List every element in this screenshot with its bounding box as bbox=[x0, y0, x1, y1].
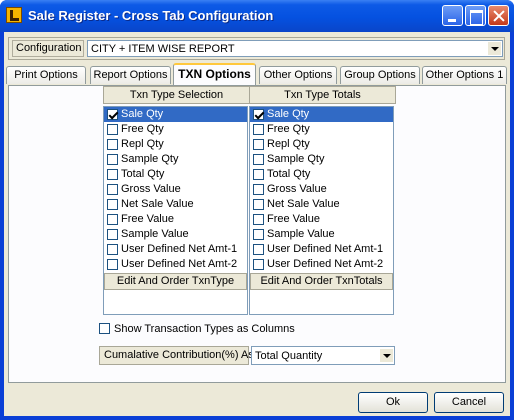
checkbox-icon[interactable] bbox=[253, 184, 264, 195]
cancel-button[interactable]: Cancel bbox=[434, 392, 504, 413]
checkbox-icon[interactable] bbox=[253, 109, 264, 120]
list-item[interactable]: User Defined Net Amt-1 bbox=[104, 242, 247, 257]
list-item[interactable]: Repl Qty bbox=[104, 137, 247, 152]
checkbox-icon[interactable] bbox=[253, 244, 264, 255]
edit-order-txntotals-button[interactable]: Edit And Order TxnTotals bbox=[250, 273, 393, 290]
checkbox-icon[interactable] bbox=[253, 229, 264, 240]
chevron-down-icon[interactable] bbox=[380, 349, 393, 362]
checkbox-icon[interactable] bbox=[253, 154, 264, 165]
close-button[interactable] bbox=[488, 5, 509, 26]
checkbox-icon[interactable] bbox=[107, 109, 118, 120]
chevron-down-icon[interactable] bbox=[488, 42, 501, 55]
txn-type-totals-header: Txn Type Totals bbox=[249, 86, 396, 104]
checkbox-icon[interactable] bbox=[107, 154, 118, 165]
checkbox-icon[interactable] bbox=[107, 229, 118, 240]
checkbox-icon[interactable] bbox=[107, 139, 118, 150]
checkbox-icon[interactable] bbox=[253, 214, 264, 225]
txn-type-totals-list[interactable]: Sale Qty Free Qty Repl Qty Sample Qty To… bbox=[249, 106, 394, 315]
checkbox-icon[interactable] bbox=[107, 199, 118, 210]
checkbox-icon[interactable] bbox=[253, 124, 264, 135]
minimize-button[interactable] bbox=[442, 5, 463, 26]
tab-strip: Print Options Report Options TXN Options… bbox=[4, 63, 510, 85]
list-item[interactable]: Free Qty bbox=[104, 122, 247, 137]
list-item[interactable]: Sample Value bbox=[250, 227, 393, 242]
edit-order-txntype-button[interactable]: Edit And Order TxnType bbox=[104, 273, 247, 290]
cumulative-contribution-label: Cumalative Contribution(%) As bbox=[99, 346, 254, 365]
tab-other-options-1[interactable]: Other Options 1 bbox=[422, 66, 507, 84]
checkbox-icon[interactable] bbox=[107, 124, 118, 135]
checkbox-icon[interactable] bbox=[107, 244, 118, 255]
list-item[interactable]: Free Value bbox=[250, 212, 393, 227]
list-item[interactable]: Sale Qty bbox=[104, 107, 247, 122]
dialog-body: Configuration CITY + ITEM WISE REPORT Pr… bbox=[4, 32, 510, 416]
list-item[interactable]: Free Qty bbox=[250, 122, 393, 137]
list-item[interactable]: Sample Qty bbox=[104, 152, 247, 167]
configuration-row: Configuration CITY + ITEM WISE REPORT bbox=[8, 37, 505, 60]
list-item[interactable]: User Defined Net Amt-2 bbox=[250, 257, 393, 272]
list-item[interactable]: Total Qty bbox=[250, 167, 393, 182]
checkbox-icon[interactable] bbox=[107, 214, 118, 225]
list-item[interactable]: Net Sale Value bbox=[250, 197, 393, 212]
show-transaction-types-label: Show Transaction Types as Columns bbox=[114, 323, 295, 335]
list-item[interactable]: Sample Qty bbox=[250, 152, 393, 167]
checkbox-icon[interactable] bbox=[253, 259, 264, 270]
ok-button[interactable]: Ok bbox=[358, 392, 428, 413]
list-item[interactable]: User Defined Net Amt-2 bbox=[104, 257, 247, 272]
tab-print-options[interactable]: Print Options bbox=[6, 66, 86, 84]
dialog-window: Sale Register - Cross Tab Configuration … bbox=[0, 0, 514, 420]
list-item[interactable]: Gross Value bbox=[104, 182, 247, 197]
window-title: Sale Register - Cross Tab Configuration bbox=[28, 8, 274, 23]
configuration-label: Configuration bbox=[12, 40, 84, 57]
list-item[interactable]: Total Qty bbox=[104, 167, 247, 182]
checkbox-icon[interactable] bbox=[107, 259, 118, 270]
list-item[interactable]: Free Value bbox=[104, 212, 247, 227]
checkbox-icon[interactable] bbox=[107, 169, 118, 180]
list-item[interactable]: Sale Qty bbox=[250, 107, 393, 122]
tab-report-options[interactable]: Report Options bbox=[90, 66, 171, 84]
txn-options-panel: Txn Type Selection Sale Qty Free Qty Rep… bbox=[8, 85, 506, 383]
txn-type-selection-header: Txn Type Selection bbox=[103, 86, 250, 104]
checkbox-icon[interactable] bbox=[253, 139, 264, 150]
list-item[interactable]: User Defined Net Amt-1 bbox=[250, 242, 393, 257]
configuration-value: CITY + ITEM WISE REPORT bbox=[91, 43, 235, 55]
list-item[interactable]: Repl Qty bbox=[250, 137, 393, 152]
cumulative-contribution-value: Total Quantity bbox=[255, 350, 323, 362]
checkbox-icon[interactable] bbox=[99, 323, 110, 334]
tab-txn-options[interactable]: TXN Options bbox=[173, 63, 256, 85]
title-bar[interactable]: Sale Register - Cross Tab Configuration bbox=[0, 0, 514, 32]
checkbox-icon[interactable] bbox=[253, 199, 264, 210]
cumulative-contribution-dropdown[interactable]: Total Quantity bbox=[251, 346, 395, 365]
list-item[interactable]: Gross Value bbox=[250, 182, 393, 197]
checkbox-icon[interactable] bbox=[253, 169, 264, 180]
tab-other-options[interactable]: Other Options bbox=[259, 66, 337, 84]
txn-type-selection-list[interactable]: Sale Qty Free Qty Repl Qty Sample Qty To… bbox=[103, 106, 248, 315]
list-item[interactable]: Net Sale Value bbox=[104, 197, 247, 212]
tab-group-options[interactable]: Group Options bbox=[340, 66, 420, 84]
app-icon bbox=[6, 7, 22, 23]
maximize-button[interactable] bbox=[465, 5, 486, 26]
list-item[interactable]: Sample Value bbox=[104, 227, 247, 242]
checkbox-icon[interactable] bbox=[107, 184, 118, 195]
configuration-dropdown[interactable]: CITY + ITEM WISE REPORT bbox=[87, 40, 503, 57]
